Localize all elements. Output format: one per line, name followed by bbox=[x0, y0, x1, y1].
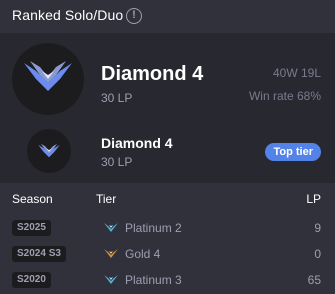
current-tier: Diamond 4 bbox=[101, 63, 204, 85]
top-tier-badge: Top tier bbox=[265, 143, 321, 161]
platinum-emblem-icon bbox=[104, 223, 118, 232]
current-lp: 30 LP bbox=[101, 91, 133, 105]
platinum-emblem-icon bbox=[104, 275, 118, 284]
season-badge: S2020 bbox=[12, 272, 51, 288]
tier-column-header: Tier bbox=[96, 192, 117, 206]
lp-column-header: LP bbox=[306, 192, 321, 206]
diamond-emblem-icon bbox=[27, 129, 71, 173]
table-row: S2025 Platinum 2 9 bbox=[0, 216, 335, 240]
season-column-header: Season bbox=[12, 192, 53, 206]
win-rate: Win rate 68% bbox=[248, 89, 321, 103]
table-row: S2024 S3 Gold 4 0 bbox=[0, 242, 335, 266]
gold-emblem-icon bbox=[104, 249, 118, 258]
season-table-header: Season Tier LP bbox=[0, 188, 335, 208]
queue-title: Ranked Solo/Duo bbox=[12, 7, 124, 23]
row-lp: 9 bbox=[314, 221, 321, 235]
diamond-emblem-icon bbox=[12, 43, 84, 115]
row-tier: Platinum 3 bbox=[125, 273, 182, 287]
current-rank-card: Diamond 4 30 LP 40W 19L Win rate 68% bbox=[0, 33, 335, 119]
wins-losses: 40W 19L bbox=[272, 66, 321, 80]
ranked-header: Ranked Solo/Duo ! bbox=[0, 0, 335, 32]
season-badge: S2024 S3 bbox=[12, 246, 66, 262]
row-tier: Gold 4 bbox=[125, 247, 161, 261]
peak-tier: Diamond 4 bbox=[101, 135, 173, 151]
info-icon[interactable]: ! bbox=[126, 8, 142, 24]
row-lp: 0 bbox=[314, 247, 321, 261]
row-lp: 65 bbox=[307, 273, 321, 287]
table-row: S2020 Platinum 3 65 bbox=[0, 268, 335, 292]
peak-rank-card: Diamond 4 30 LP Top tier bbox=[0, 119, 335, 183]
season-badge: S2025 bbox=[12, 220, 51, 236]
row-tier: Platinum 2 bbox=[125, 221, 182, 235]
peak-lp: 30 LP bbox=[101, 155, 133, 169]
